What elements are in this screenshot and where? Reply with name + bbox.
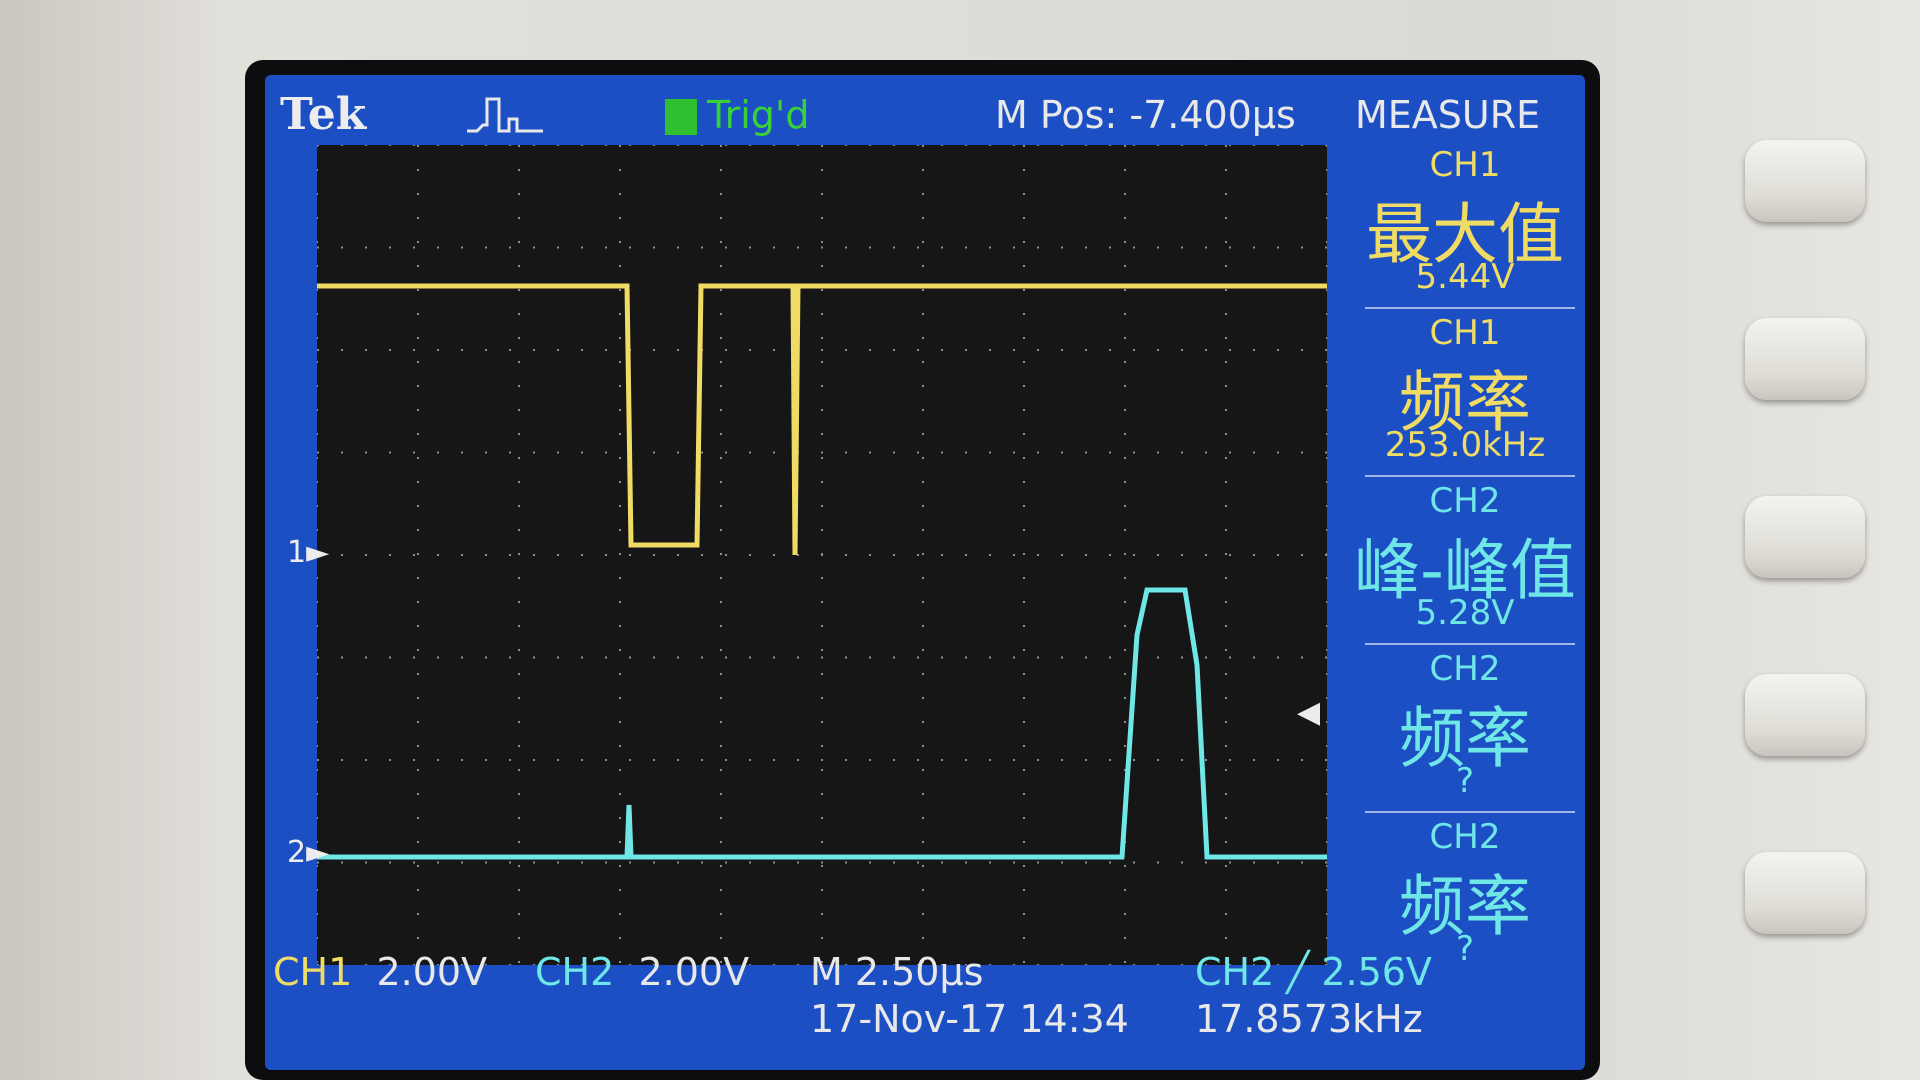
- datetime-readout: 17-Nov-17 14:34: [810, 997, 1129, 1041]
- trigger-status: Trig'd: [707, 93, 810, 137]
- trigger-status-icon: [665, 99, 697, 135]
- measure-panel: CH1 最大值 5.44V CH1 频率 253.0kHz CH2 峰-峰值 5…: [1345, 145, 1585, 980]
- measure-value: 253.0kHz: [1384, 425, 1546, 465]
- ch2-trace: [317, 587, 1327, 860]
- measure-channel: CH1: [1429, 145, 1501, 185]
- divider: [1365, 643, 1575, 645]
- graticule: [317, 145, 1327, 965]
- acquire-mode-icon: [467, 97, 543, 133]
- menu-button-4[interactable]: [1745, 674, 1865, 756]
- ch1-ground-marker: 1►: [287, 535, 330, 570]
- measure-value: 5.44V: [1415, 257, 1515, 297]
- measure-slot-4[interactable]: CH2 频率 ?: [1345, 649, 1585, 809]
- ch1-scale-readout: CH1 2.00V: [273, 950, 488, 994]
- ch1-trace: [317, 283, 1327, 556]
- trigger-level-marker: ◀: [1297, 695, 1321, 730]
- measure-channel: CH1: [1429, 313, 1501, 353]
- trigger-readout: CH2 ╱ 2.56V: [1195, 950, 1432, 994]
- measure-value: ?: [1455, 761, 1475, 801]
- measure-channel: CH2: [1429, 649, 1501, 689]
- timebase-readout: M 2.50µs: [810, 950, 984, 994]
- waveform-display: [317, 145, 1327, 965]
- menu-button-1[interactable]: [1745, 140, 1865, 222]
- trigger-frequency-readout: 17.8573kHz: [1195, 997, 1423, 1041]
- menu-button-3[interactable]: [1745, 496, 1865, 578]
- measure-value: 5.28V: [1415, 593, 1515, 633]
- divider: [1365, 307, 1575, 309]
- measure-channel: CH2: [1429, 481, 1501, 521]
- horizontal-position: M Pos: -7.400µs: [995, 93, 1296, 137]
- menu-button-5[interactable]: [1745, 852, 1865, 934]
- menu-button-2[interactable]: [1745, 318, 1865, 400]
- oscilloscope-screen: Tek Trig'd M Pos: -7.400µs MEASURE 1► 2►…: [265, 75, 1585, 1070]
- ch2-ground-marker: 2►: [287, 835, 330, 870]
- ch2-scale-readout: CH2 2.00V: [535, 950, 750, 994]
- brand-logo: Tek: [280, 89, 367, 140]
- divider: [1365, 811, 1575, 813]
- measure-slot-2[interactable]: CH1 频率 253.0kHz: [1345, 313, 1585, 473]
- divider: [1365, 475, 1575, 477]
- menu-title: MEASURE: [1355, 93, 1541, 137]
- measure-slot-3[interactable]: CH2 峰-峰值 5.28V: [1345, 481, 1585, 641]
- measure-slot-1[interactable]: CH1 最大值 5.44V: [1345, 145, 1585, 305]
- measure-channel: CH2: [1429, 817, 1501, 857]
